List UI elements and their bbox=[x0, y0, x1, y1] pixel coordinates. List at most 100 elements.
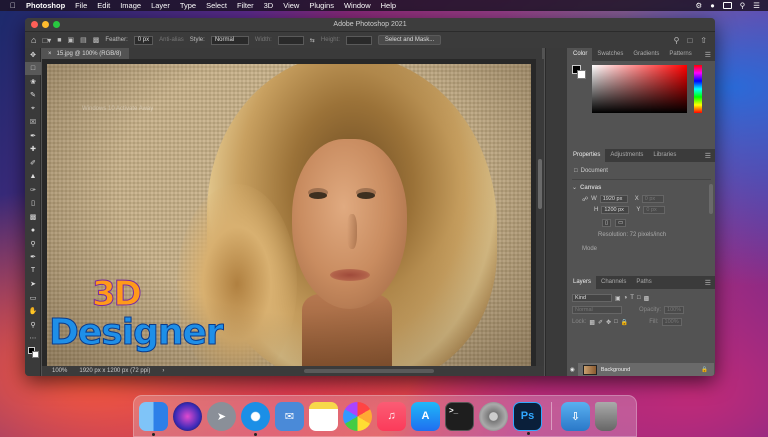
tool-hand[interactable]: ✋ bbox=[25, 305, 41, 319]
search-icon[interactable]: ⚲ bbox=[740, 1, 746, 10]
document-tab[interactable]: × 15.jpg @ 100% (RGB/8) bbox=[42, 48, 130, 59]
tool-marquee[interactable]: □ bbox=[25, 61, 41, 75]
tab-paths[interactable]: Paths bbox=[631, 276, 656, 289]
tab-layers[interactable]: Layers bbox=[568, 276, 597, 289]
workspace-icon[interactable]: □ bbox=[687, 36, 692, 45]
zoom-level[interactable]: 100% bbox=[52, 368, 67, 374]
menu-window[interactable]: Window bbox=[344, 1, 371, 10]
menu-view[interactable]: View bbox=[283, 1, 299, 10]
tool-healing[interactable]: ✚ bbox=[25, 143, 41, 157]
tool-history-brush[interactable]: ✑ bbox=[25, 183, 41, 197]
opacity-field[interactable]: 100% bbox=[664, 306, 685, 314]
tool-lasso[interactable]: ❀ bbox=[25, 75, 41, 89]
blend-mode-select[interactable]: Normal bbox=[572, 306, 622, 314]
tool-zoom[interactable]: ⚲ bbox=[25, 318, 41, 332]
chevron-down-icon[interactable]: ⌄ bbox=[572, 184, 577, 191]
safari-icon[interactable] bbox=[241, 401, 270, 436]
style-select[interactable]: Normal bbox=[210, 35, 249, 45]
tool-eyedropper[interactable]: ✒ bbox=[25, 129, 41, 143]
photos-icon[interactable] bbox=[343, 401, 372, 431]
canvas-horizontal-scrollbar[interactable] bbox=[304, 369, 434, 373]
hue-slider[interactable] bbox=[694, 65, 702, 113]
panel-menu-icon[interactable]: ☰ bbox=[705, 152, 711, 160]
tab-adjustments[interactable]: Adjustments bbox=[605, 149, 648, 162]
finder-icon[interactable] bbox=[139, 401, 168, 436]
panel-menu-icon[interactable]: ☰ bbox=[705, 51, 711, 59]
menu-layer[interactable]: Layer bbox=[151, 1, 170, 10]
menu-plugins[interactable]: Plugins bbox=[309, 1, 334, 10]
background-color[interactable] bbox=[32, 351, 39, 358]
terminal-icon[interactable]: >_ bbox=[445, 401, 474, 431]
scroll-thumb[interactable] bbox=[538, 159, 542, 209]
wifi-icon[interactable]: ● bbox=[710, 1, 715, 10]
home-icon[interactable]: ⌂ bbox=[31, 35, 36, 45]
document-image[interactable]: Windows 10 Activate Away 3D Designer bbox=[47, 64, 531, 366]
tool-eraser[interactable]: ▯ bbox=[25, 197, 41, 211]
trash-icon[interactable] bbox=[595, 401, 617, 431]
width-input[interactable] bbox=[277, 35, 304, 45]
tool-frame[interactable]: ☒ bbox=[25, 116, 41, 130]
height-input[interactable] bbox=[345, 35, 372, 45]
tool-path-select[interactable]: ➤ bbox=[25, 278, 41, 292]
notes-icon[interactable] bbox=[309, 401, 338, 431]
background-swatch[interactable] bbox=[577, 70, 586, 79]
tool-rectangle[interactable]: ▭ bbox=[25, 291, 41, 305]
menu-type[interactable]: Type bbox=[180, 1, 196, 10]
height-field[interactable]: 1200 px bbox=[601, 206, 630, 214]
tab-libraries[interactable]: Libraries bbox=[648, 149, 681, 162]
menu-edit[interactable]: Edit bbox=[97, 1, 110, 10]
tool-move[interactable]: ✥ bbox=[25, 48, 41, 62]
filter-adjust-icon[interactable]: ◑ bbox=[624, 295, 628, 301]
filter-type-icon[interactable]: T bbox=[630, 295, 634, 301]
battery-icon[interactable] bbox=[722, 2, 732, 9]
tab-swatches[interactable]: Swatches bbox=[592, 48, 628, 61]
tool-dodge[interactable]: ⚲ bbox=[25, 237, 41, 251]
share-icon[interactable]: ⇧ bbox=[700, 36, 707, 45]
canvas-area[interactable]: Windows 10 Activate Away 3D Designer bbox=[42, 59, 536, 369]
feather-input[interactable]: 0 px bbox=[133, 35, 154, 45]
tab-properties[interactable]: Properties bbox=[568, 149, 606, 162]
mail-icon[interactable]: ✉ bbox=[275, 401, 304, 431]
canvas-section[interactable]: ⌄ Canvas bbox=[572, 184, 715, 192]
layer-row-background[interactable]: ◉ Background 🔒 bbox=[570, 363, 714, 376]
lock-move-icon[interactable]: ✥ bbox=[606, 319, 611, 326]
antialias-checkbox[interactable]: Anti-alias bbox=[159, 37, 184, 43]
lock-artboard-icon[interactable]: □ bbox=[614, 319, 618, 325]
subtract-selection-icon[interactable]: ▤ bbox=[80, 36, 87, 44]
tab-gradients[interactable]: Gradients bbox=[628, 48, 664, 61]
color-swatches[interactable] bbox=[25, 345, 41, 365]
filter-shape-icon[interactable]: □ bbox=[637, 295, 641, 301]
lock-all-icon[interactable]: 🔒 bbox=[621, 319, 628, 326]
properties-scrollbar[interactable] bbox=[709, 184, 713, 214]
tab-patterns[interactable]: Patterns bbox=[664, 48, 696, 61]
app-store-icon[interactable]: A bbox=[411, 401, 440, 431]
menu-app-name[interactable]: Photoshop bbox=[26, 1, 65, 10]
fill-field[interactable]: 100% bbox=[661, 318, 682, 326]
landscape-orientation-icon[interactable]: ▭ bbox=[615, 219, 627, 227]
tool-blur[interactable]: ● bbox=[25, 224, 41, 238]
tool-crop[interactable]: ⌖ bbox=[25, 102, 41, 116]
photoshop-icon[interactable]: Ps bbox=[513, 401, 542, 435]
downloads-folder-icon[interactable]: ⇩ bbox=[561, 401, 590, 431]
tool-gradient[interactable]: ▩ bbox=[25, 210, 41, 224]
filter-smart-icon[interactable]: ▩ bbox=[644, 295, 650, 302]
x-field[interactable]: 0 px bbox=[641, 195, 664, 203]
width-field[interactable]: 1920 px bbox=[599, 195, 628, 203]
menu-3d[interactable]: 3D bbox=[264, 1, 274, 10]
visibility-eye-icon[interactable]: ◉ bbox=[570, 367, 575, 373]
tab-channels[interactable]: Channels bbox=[596, 276, 631, 289]
tool-quick-select[interactable]: ✎ bbox=[25, 89, 41, 103]
intersect-selection-icon[interactable]: ▩ bbox=[93, 36, 100, 44]
add-selection-icon[interactable]: ▣ bbox=[68, 36, 75, 44]
music-icon[interactable]: ♫ bbox=[377, 401, 406, 431]
siri-icon[interactable] bbox=[173, 401, 202, 431]
menu-file[interactable]: File bbox=[75, 1, 87, 10]
close-tab-icon[interactable]: × bbox=[48, 51, 52, 57]
tool-pen[interactable]: ✒ bbox=[25, 251, 41, 265]
color-picker-field[interactable] bbox=[592, 65, 687, 113]
y-field[interactable]: 0 px bbox=[643, 206, 666, 214]
tool-stamp[interactable]: ▲ bbox=[25, 170, 41, 184]
portrait-orientation-icon[interactable]: ▯ bbox=[602, 219, 612, 227]
tool-more[interactable]: ⋯ bbox=[25, 332, 41, 346]
tool-brush[interactable]: ✐ bbox=[25, 156, 41, 170]
